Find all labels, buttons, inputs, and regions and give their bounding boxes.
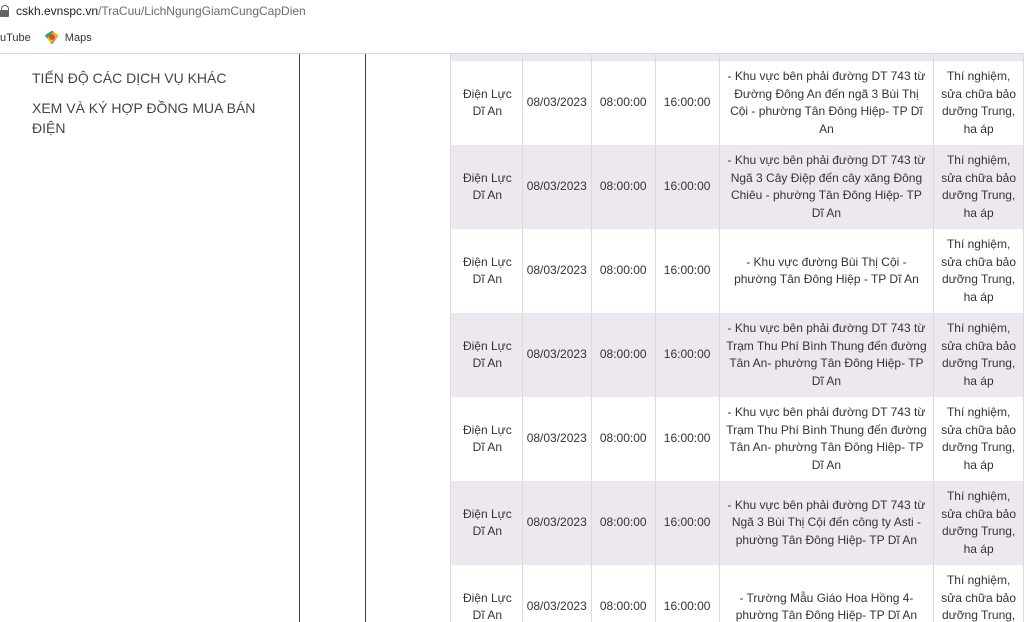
cell-reason: Thí nghiệm, sửa chữa bảo dưỡng Trung, ha… [933, 145, 1024, 229]
cell-end-time: 16:00:00 [654, 313, 720, 397]
table-row: Điện Lực Dĩ An 08/03/2023 08:00:00 16:00:00… [450, 313, 1024, 397]
cell-reason: Thí nghiệm, sửa chữa bảo dưỡng Trung, ha… [933, 313, 1024, 397]
table-row: Điện Lực Dĩ An 08/03/2023 08:00:00 16:00:00… [450, 481, 1024, 565]
cell-end-time: 16:00:00 [654, 229, 720, 313]
address-bar[interactable]: cskh.evnspc.vn/TraCuu/LichNgungGiamCungC… [0, 0, 1024, 23]
cell-unit: Điện Lực Dĩ An [450, 397, 523, 481]
cell-reason: Thí nghiệm, sửa chữa bảo dưỡng Trung, ha… [933, 397, 1024, 481]
cell-date: 08/03/2023 [521, 229, 592, 313]
page-content: TIẾN ĐỘ CÁC DỊCH VỤ KHÁC XEM VÀ KÝ HỢP Đ… [0, 54, 1024, 622]
cell-unit: Điện Lực Dĩ An [450, 229, 523, 313]
cell-start-time: 08:00:00 [590, 61, 656, 145]
cell-unit: Điện Lực Dĩ An [450, 313, 523, 397]
bookmark-youtube[interactable]: uTube [0, 32, 31, 44]
outage-schedule-table: Điện Lực Dĩ An 08/03/2023 08:00:00 16:00:00… [450, 54, 1024, 622]
side-menu: TIẾN ĐỘ CÁC DỊCH VỤ KHÁC XEM VÀ KÝ HỢP Đ… [32, 68, 282, 148]
menu-item-hop-dong[interactable]: XEM VÀ KÝ HỢP ĐỒNG MUA BÁN ĐIỆN [32, 98, 282, 138]
cell-unit: Điện Lực Dĩ An [450, 481, 523, 565]
cell-date: 08/03/2023 [521, 565, 592, 622]
table-row: Điện Lực Dĩ An 08/03/2023 08:00:00 16:00:00… [450, 565, 1024, 622]
cell-start-time: 08:00:00 [590, 481, 656, 565]
lock-icon [0, 5, 10, 17]
cell-area: - Khu vực đường Bùi Thị Cội - phường Tân… [718, 229, 935, 313]
cell-unit: Điện Lực Dĩ An [450, 61, 523, 145]
table-row: Điện Lực Dĩ An 08/03/2023 08:00:00 16:00:00… [450, 145, 1024, 229]
url-path: /TraCuu/LichNgungGiamCungCapDien [98, 4, 306, 18]
cell-area: - Khu vực bên phải đường DT 743 từ Trạm … [718, 313, 935, 397]
cell-unit: Điện Lực Dĩ An [450, 565, 523, 622]
cell-start-time: 08:00:00 [590, 313, 656, 397]
cell-end-time: 16:00:00 [654, 397, 720, 481]
table-row: Điện Lực Dĩ An 08/03/2023 08:00:00 16:00:00… [450, 397, 1024, 481]
cell-area: - Khu vực bên phải đường DT 743 từ Ngã 3… [718, 481, 935, 565]
url-host: cskh.evnspc.vn [16, 4, 99, 18]
cell-start-time: 08:00:00 [590, 397, 656, 481]
cell-end-time: 16:00:00 [654, 61, 720, 145]
cell-end-time: 16:00:00 [654, 481, 720, 565]
cell-date: 08/03/2023 [521, 145, 592, 229]
cell-reason: Thí nghiệm, sửa chữa bảo dưỡng Trung, ha… [933, 61, 1024, 145]
bookmark-maps[interactable]: Maps [44, 30, 92, 45]
cell-date: 08/03/2023 [521, 397, 592, 481]
cell-reason: Thí nghiệm, sửa chữa bảo dưỡng Trung, ha… [933, 229, 1024, 313]
table-row-partial [450, 54, 1024, 61]
cell-start-time: 08:00:00 [590, 145, 656, 229]
cell-unit: Điện Lực Dĩ An [450, 145, 523, 229]
bookmark-youtube-label: uTube [0, 31, 31, 44]
cell-area: - Khu vực bên phải đường DT 743 từ Trạm … [718, 397, 935, 481]
menu-item-tien-do[interactable]: TIẾN ĐỘ CÁC DỊCH VỤ KHÁC [32, 68, 282, 88]
bookmark-maps-label: Maps [64, 31, 92, 44]
cell-end-time: 16:00:00 [654, 565, 720, 622]
divider-line [299, 54, 300, 622]
divider-line [365, 54, 366, 622]
cell-area: - Khu vực bên phải đường DT 743 từ Đường… [718, 61, 935, 145]
cell-start-time: 08:00:00 [590, 565, 656, 622]
cell-date: 08/03/2023 [521, 61, 592, 145]
cell-end-time: 16:00:00 [654, 145, 720, 229]
cell-area: - Khu vực bên phải đường DT 743 từ Ngã 3… [718, 145, 935, 229]
table-row: Điện Lực Dĩ An 08/03/2023 08:00:00 16:00:00… [450, 229, 1024, 313]
cell-date: 08/03/2023 [521, 313, 592, 397]
cell-date: 08/03/2023 [521, 481, 592, 565]
maps-icon [44, 30, 59, 45]
cell-reason: Thí nghiệm, sửa chữa bảo dưỡng Trung, ha… [933, 481, 1024, 565]
bookmarks-bar: uTube Maps [0, 22, 1024, 54]
cell-start-time: 08:00:00 [590, 229, 656, 313]
table-row: Điện Lực Dĩ An 08/03/2023 08:00:00 16:00:00… [450, 61, 1024, 145]
cell-reason: Thí nghiệm, sửa chữa bảo dưỡng Trung, ha… [933, 565, 1024, 622]
cell-area: - Trường Mẫu Giáo Hoa Hồng 4- phường Tân… [718, 565, 935, 622]
